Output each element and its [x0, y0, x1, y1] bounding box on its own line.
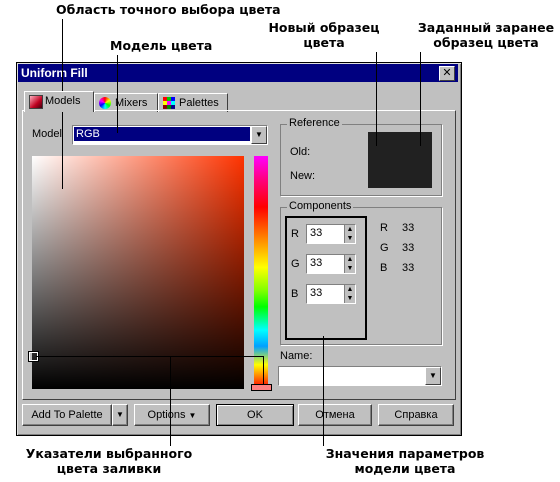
spin-arrows-icon[interactable]: ▲ ▼ [344, 255, 355, 273]
leader-line-param-values [323, 336, 324, 446]
annotation-preset-sample: Заданный заранее образец цвета [417, 20, 555, 50]
options-button-label: Options [147, 409, 186, 421]
chevron-down-icon[interactable]: ▼ [251, 126, 267, 144]
ok-button[interactable]: OK [216, 404, 294, 426]
name-label: Name: [280, 350, 313, 362]
annotation-color-model: Модель цвета [110, 38, 213, 53]
new-color-swatch [368, 154, 432, 188]
spin-arrows-icon[interactable]: ▲ ▼ [344, 225, 355, 243]
annotation-precise-area: Область точного выбора цвета [56, 2, 281, 17]
component-b-value: 33 [310, 287, 323, 299]
component-b-field[interactable]: 33 ▲ ▼ [306, 284, 356, 304]
annotation-pointers: Указатели выбранного цвета заливки [25, 446, 193, 476]
model-select-value: RGB [74, 127, 250, 141]
chevron-down-icon: ▼ [188, 411, 197, 420]
readout-r-label: R [380, 222, 388, 234]
title-bar: Uniform Fill ✕ [18, 64, 458, 82]
add-to-palette-button[interactable]: Add To Palette [22, 404, 112, 426]
component-g-value: 33 [310, 257, 323, 269]
name-combobox[interactable]: ▼ [278, 366, 442, 386]
add-to-palette-dropdown[interactable]: ▼ [112, 404, 128, 426]
chevron-down-icon[interactable]: ▼ [425, 367, 441, 385]
tab-models[interactable]: Models [24, 91, 94, 112]
reference-caption: Reference [287, 117, 342, 129]
tab-models-label: Models [45, 95, 81, 107]
spin-arrows-icon[interactable]: ▲ ▼ [344, 285, 355, 303]
leader-line-new-sample [376, 52, 377, 146]
help-button[interactable]: Справка [378, 404, 454, 426]
component-b-label: B [291, 288, 299, 300]
close-button[interactable]: ✕ [439, 66, 455, 81]
component-r-label: R [291, 228, 299, 240]
leader-line-pointers-h [36, 356, 264, 357]
palette-grid-icon [163, 97, 175, 109]
component-r-value: 33 [310, 227, 323, 239]
new-label: New: [290, 170, 316, 182]
component-g-label: G [291, 258, 300, 270]
readout-b-label: B [380, 262, 388, 274]
component-r-field[interactable]: 33 ▲ ▼ [306, 224, 356, 244]
options-button[interactable]: Options ▼ [134, 404, 210, 426]
leader-line-preset-sample [420, 52, 421, 146]
chevron-down-icon: ▼ [116, 410, 124, 419]
old-color-swatch [368, 132, 432, 154]
hue-slider-marker[interactable] [251, 384, 272, 391]
leader-line-color-model [117, 55, 118, 133]
annotation-new-sample: Новый образец цвета [268, 20, 380, 50]
color-wheel-icon [99, 97, 111, 109]
annotation-param-values: Значения параметров модели цвета [325, 446, 485, 476]
component-g-field[interactable]: 33 ▲ ▼ [306, 254, 356, 274]
leader-line-pointers [170, 356, 171, 446]
hue-slider[interactable] [254, 156, 268, 388]
model-label: Model [32, 128, 62, 140]
model-select[interactable]: RGB ▼ [72, 125, 268, 145]
cancel-button[interactable]: Отмена [298, 404, 372, 426]
readout-g-value: 33 [402, 242, 415, 254]
readout-g-label: G [380, 242, 389, 254]
models-icon [29, 95, 43, 109]
components-caption: Components [287, 200, 354, 212]
readout-r-value: 33 [402, 222, 415, 234]
window-title: Uniform Fill [21, 66, 88, 80]
leader-line-pointers-v [263, 356, 264, 384]
color-selection-area[interactable] [32, 156, 244, 389]
old-label: Old: [290, 146, 311, 158]
readout-b-value: 33 [402, 262, 415, 274]
